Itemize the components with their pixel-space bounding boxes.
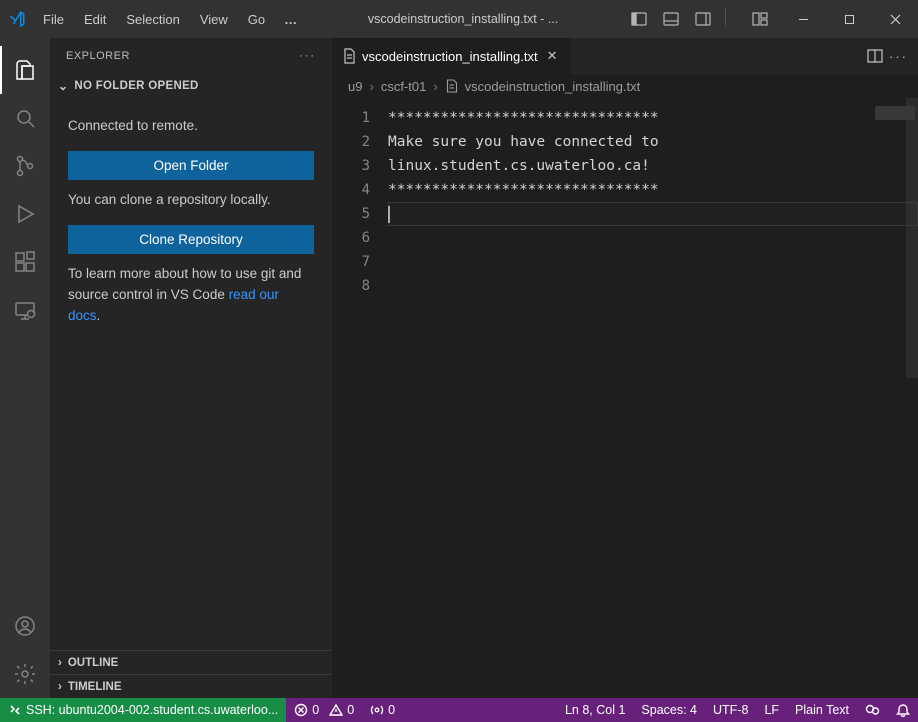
toggle-secondary-sidebar-icon[interactable]	[689, 8, 717, 30]
breadcrumb-separator: ›	[433, 79, 437, 94]
split-editor-icon[interactable]	[867, 49, 883, 63]
outline-section-header[interactable]: › OUTLINE	[50, 650, 332, 674]
code-content[interactable]: *******************************Make sure…	[388, 98, 918, 698]
sidebar-more-icon[interactable]: ···	[299, 50, 316, 62]
customize-layout-icon[interactable]	[746, 8, 774, 30]
search-icon[interactable]	[0, 94, 50, 142]
toggle-panel-icon[interactable]	[657, 8, 685, 30]
outline-label: OUTLINE	[68, 657, 118, 669]
feedback-icon[interactable]	[857, 698, 888, 722]
editor-more-icon[interactable]: ···	[889, 49, 908, 64]
minimize-button[interactable]	[780, 0, 826, 38]
timeline-section-header[interactable]: › TIMELINE	[50, 674, 332, 698]
eol[interactable]: LF	[756, 698, 787, 722]
notifications-icon[interactable]	[888, 698, 918, 722]
title-bar: File Edit Selection View Go … vscodeinst…	[0, 0, 918, 38]
layout-controls	[619, 8, 780, 30]
menu-file[interactable]: File	[34, 0, 73, 38]
explorer-icon[interactable]	[0, 46, 50, 94]
no-folder-section-header[interactable]: ⌄ NO FOLDER OPENED	[50, 74, 332, 98]
ports-indicator[interactable]: 0	[362, 698, 403, 722]
tab-close-icon[interactable]: ✕	[544, 48, 561, 64]
breadcrumb-segment[interactable]: u9	[348, 79, 362, 94]
language-mode[interactable]: Plain Text	[787, 698, 857, 722]
status-bar: SSH: ubuntu2004-002.student.cs.uwaterloo…	[0, 698, 918, 722]
cursor-position[interactable]: Ln 8, Col 1	[557, 698, 633, 722]
connected-text: Connected to remote.	[68, 116, 314, 137]
ports-count: 0	[388, 703, 395, 717]
open-folder-button[interactable]: Open Folder	[68, 151, 314, 180]
broadcast-icon	[370, 703, 384, 717]
encoding[interactable]: UTF-8	[705, 698, 756, 722]
remote-icon	[8, 703, 22, 717]
chevron-right-icon: ›	[58, 657, 62, 669]
file-lines-icon	[445, 79, 458, 93]
clone-text: You can clone a repository locally.	[68, 190, 314, 211]
accounts-icon[interactable]	[0, 602, 50, 650]
close-button[interactable]	[872, 0, 918, 38]
warning-icon	[329, 703, 343, 717]
settings-gear-icon[interactable]	[0, 650, 50, 698]
extensions-icon[interactable]	[0, 238, 50, 286]
menu-bar: File Edit Selection View Go	[34, 0, 274, 38]
remote-explorer-icon[interactable]	[0, 286, 50, 334]
breadcrumbs[interactable]: u9 › cscf-t01 › vscodeinstruction_instal…	[332, 74, 918, 98]
timeline-label: TIMELINE	[68, 681, 122, 693]
window-title: vscodeinstruction_installing.txt - ...	[307, 12, 619, 26]
problems-indicator[interactable]: 0 0	[286, 698, 362, 722]
menu-edit[interactable]: Edit	[75, 0, 115, 38]
remote-label: SSH: ubuntu2004-002.student.cs.uwaterloo…	[26, 703, 278, 717]
learn-more-text: To learn more about how to use git and s…	[68, 264, 314, 327]
menu-view[interactable]: View	[191, 0, 237, 38]
toggle-primary-sidebar-icon[interactable]	[625, 8, 653, 30]
remote-indicator[interactable]: SSH: ubuntu2004-002.student.cs.uwaterloo…	[0, 698, 286, 722]
breadcrumb-segment[interactable]: cscf-t01	[381, 79, 427, 94]
chevron-right-icon: ›	[58, 681, 62, 693]
editor-area: vscodeinstruction_installing.txt ✕ ··· u…	[332, 38, 918, 698]
section-label: NO FOLDER OPENED	[74, 80, 198, 92]
window-controls	[780, 0, 918, 38]
explorer-sidebar: EXPLORER ··· ⌄ NO FOLDER OPENED Connecte…	[50, 38, 332, 698]
warning-count: 0	[347, 703, 354, 717]
activity-bar	[0, 38, 50, 698]
menu-selection[interactable]: Selection	[117, 0, 188, 38]
error-icon	[294, 703, 308, 717]
menu-go[interactable]: Go	[239, 0, 274, 38]
source-control-icon[interactable]	[0, 142, 50, 190]
run-debug-icon[interactable]	[0, 190, 50, 238]
scrollbar-thumb[interactable]	[906, 98, 918, 378]
error-count: 0	[312, 703, 319, 717]
tab-label: vscodeinstruction_installing.txt	[362, 49, 538, 64]
vscode-logo-icon	[0, 10, 34, 28]
breadcrumb-segment[interactable]: vscodeinstruction_installing.txt	[465, 79, 641, 94]
menu-overflow[interactable]: …	[274, 0, 307, 38]
clone-repository-button[interactable]: Clone Repository	[68, 225, 314, 254]
line-number-gutter: 12345678	[332, 98, 388, 698]
file-lines-icon	[342, 48, 356, 64]
chevron-down-icon: ⌄	[58, 79, 68, 93]
editor-body[interactable]: 12345678 *******************************…	[332, 98, 918, 698]
divider	[725, 8, 738, 26]
indentation[interactable]: Spaces: 4	[633, 698, 705, 722]
breadcrumb-separator: ›	[369, 79, 373, 94]
sidebar-title: EXPLORER	[66, 50, 130, 62]
tab-bar: vscodeinstruction_installing.txt ✕ ···	[332, 38, 918, 74]
maximize-button[interactable]	[826, 0, 872, 38]
editor-tab[interactable]: vscodeinstruction_installing.txt ✕	[332, 38, 572, 74]
